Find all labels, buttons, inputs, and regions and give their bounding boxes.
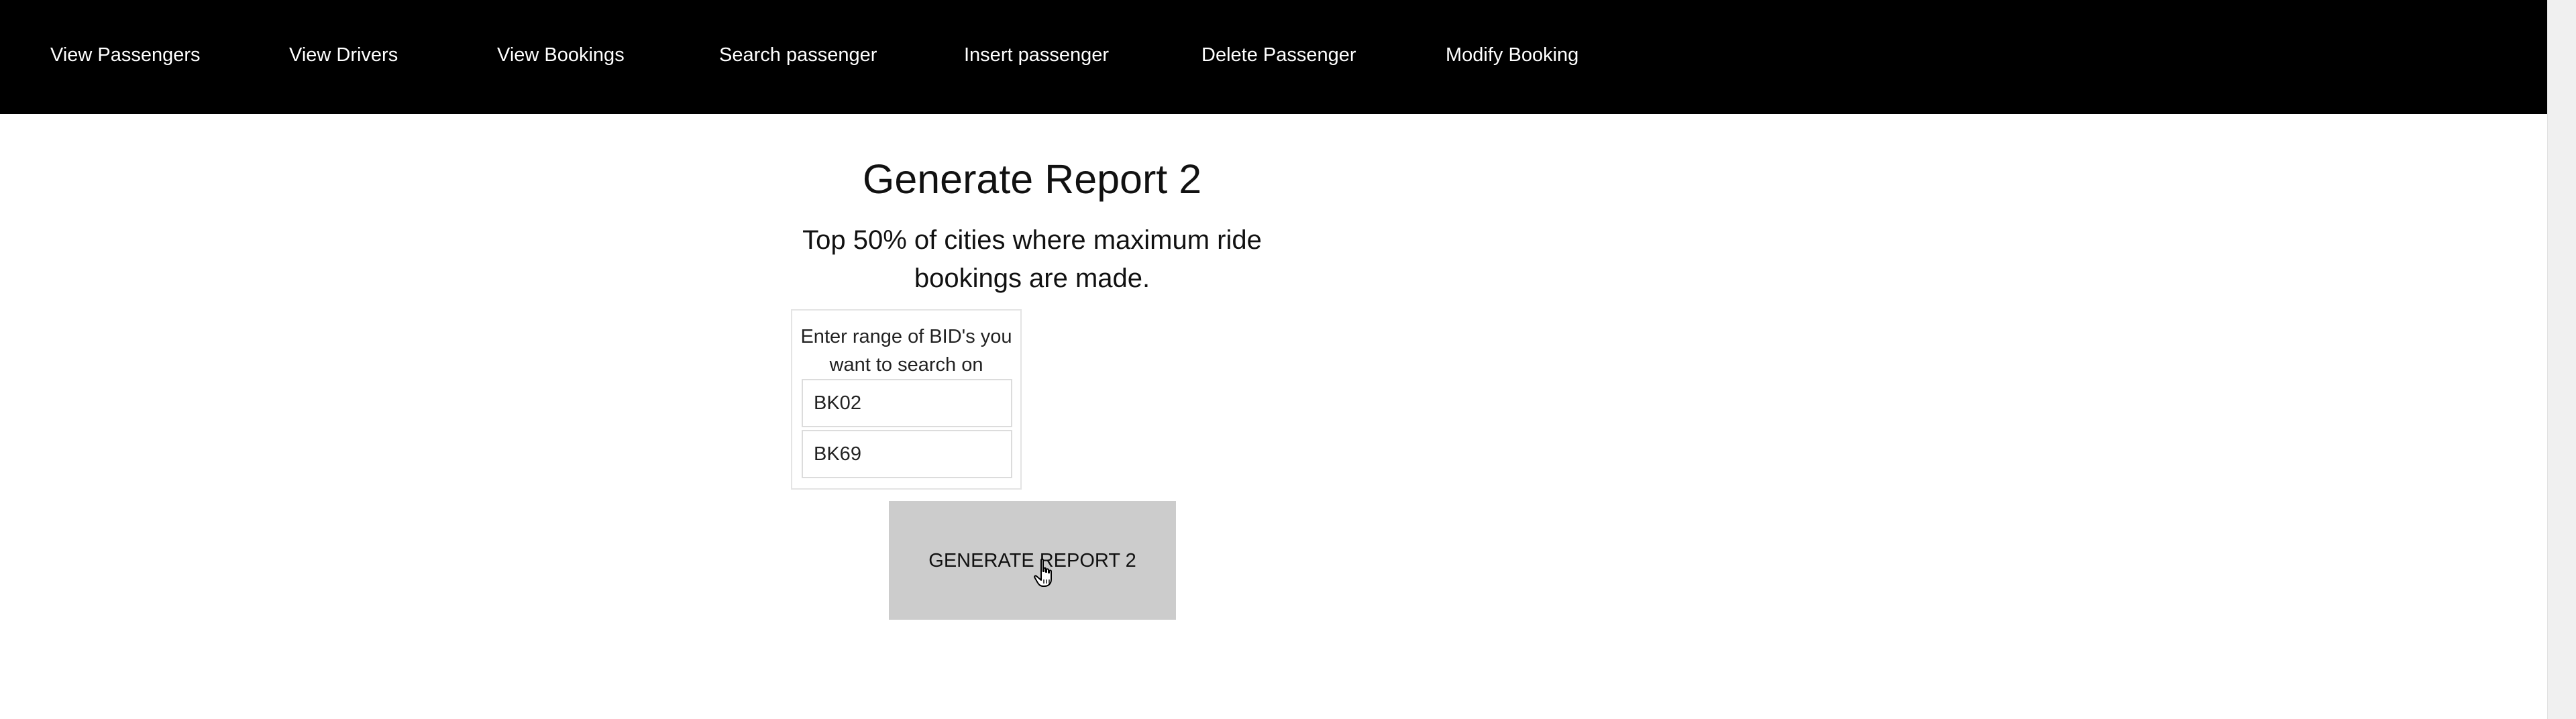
page-title: Generate Report 2 bbox=[862, 156, 1202, 202]
top-navigation-bar: View Passengers View Drivers View Bookin… bbox=[0, 0, 2547, 114]
nav-search-passenger[interactable]: Search passenger bbox=[719, 0, 877, 110]
nav-modify-booking[interactable]: Modify Booking bbox=[1446, 0, 1578, 110]
bid-to-input[interactable] bbox=[802, 430, 1012, 478]
nav-delete-passenger[interactable]: Delete Passenger bbox=[1201, 0, 1356, 110]
nav-insert-passenger[interactable]: Insert passenger bbox=[964, 0, 1109, 110]
generate-report-button[interactable]: GENERATE REPORT 2 bbox=[889, 501, 1176, 620]
nav-view-bookings[interactable]: View Bookings bbox=[497, 0, 625, 110]
bid-from-input[interactable] bbox=[802, 379, 1012, 427]
bid-range-label: Enter range of BID's you want to search … bbox=[800, 326, 1012, 376]
report-description: Top 50% of cities where maximum ride boo… bbox=[802, 225, 1262, 293]
bid-range-form: Enter range of BID's you want to search … bbox=[791, 309, 1022, 490]
nav-view-drivers[interactable]: View Drivers bbox=[289, 0, 398, 110]
nav-view-passengers[interactable]: View Passengers bbox=[50, 0, 201, 110]
vertical-scrollbar[interactable] bbox=[2547, 0, 2576, 719]
